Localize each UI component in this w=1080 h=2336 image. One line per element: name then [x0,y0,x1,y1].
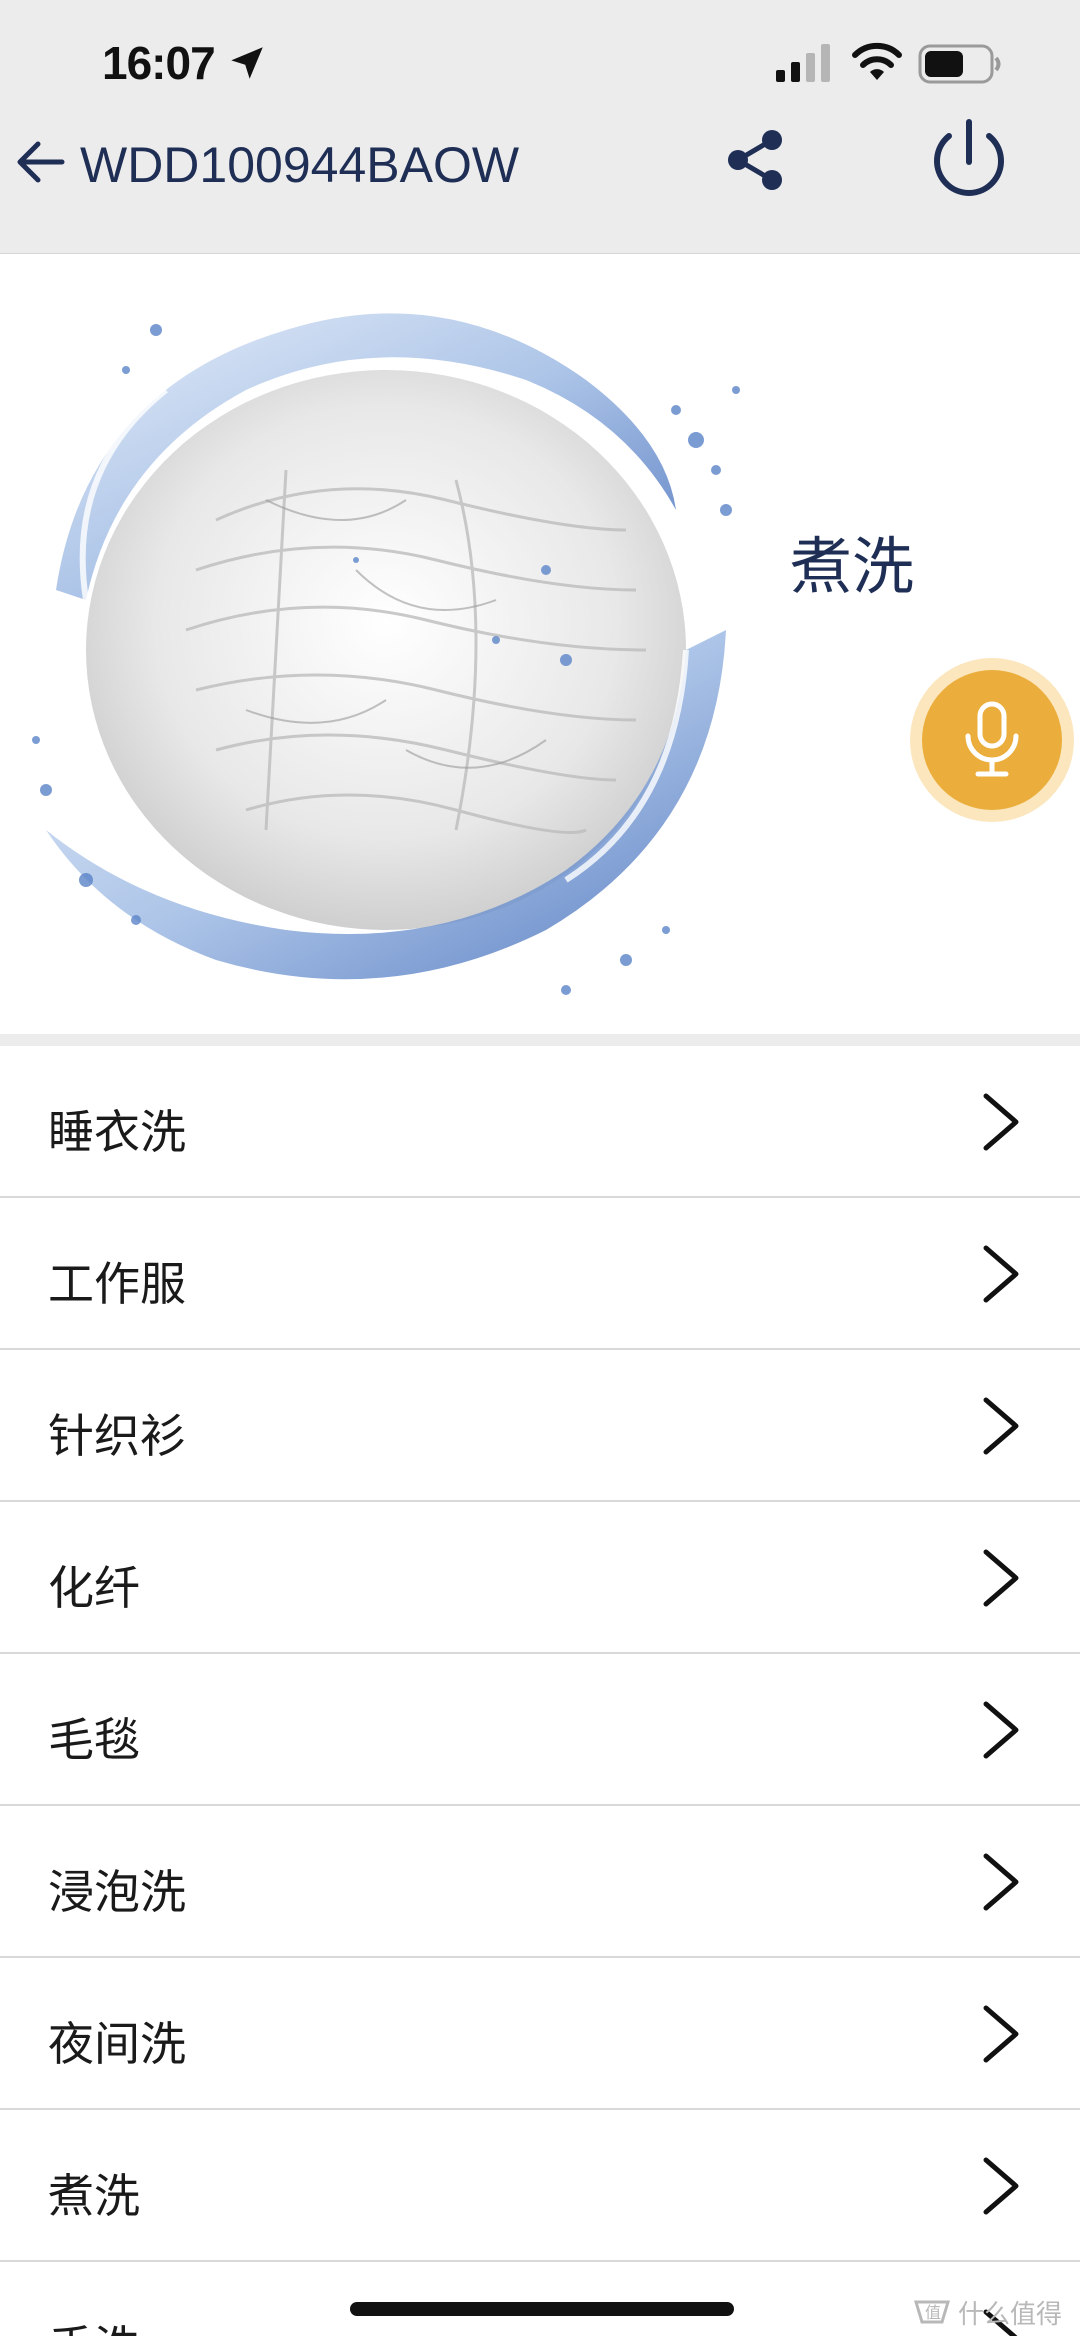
hero-section: 煮洗 [0,254,1080,1034]
battery-icon [918,44,1001,84]
location-arrow-icon [231,47,263,79]
program-label: 化纤 [48,1561,140,1615]
watermark: 值 什么值得买 [912,2290,1072,2332]
watermark-text: 什么值得买 [958,2300,1063,2330]
program-item-night[interactable]: 夜间洗 [0,1958,1080,2110]
chevron-right-icon [983,1701,1019,1759]
program-item-boil[interactable]: 煮洗 [0,2110,1080,2262]
program-label: 针织衫 [48,1409,186,1463]
program-label: 毛毯 [48,1713,140,1767]
program-label: 煮洗 [48,2169,140,2223]
app-header: WDD100944BAOW [0,119,1080,254]
chevron-right-icon [983,2005,1019,2063]
power-icon[interactable] [920,110,1018,208]
status-time: 16:07 [102,37,216,89]
chevron-right-icon [983,1853,1019,1911]
program-label: 浸泡洗 [48,1865,186,1919]
chevron-right-icon [983,2157,1019,2215]
arrow-left-icon[interactable] [12,132,68,192]
wifi-icon [852,42,902,80]
program-item-soak[interactable]: 浸泡洗 [0,1806,1080,1958]
program-item-pajama[interactable]: 睡衣洗 [0,1046,1080,1198]
chevron-right-icon [983,1093,1019,1151]
program-item-blanket[interactable]: 毛毯 [0,1654,1080,1806]
device-title: WDD100944BAOW [80,137,520,193]
chevron-right-icon [983,1549,1019,1607]
svg-text:值: 值 [925,2303,941,2322]
program-label: 睡衣洗 [48,1105,186,1159]
home-indicator[interactable] [350,2302,734,2316]
laundry-water-splash-illustration [32,313,740,995]
program-label: 夜间洗 [48,2017,186,2071]
share-icon[interactable] [722,124,790,196]
program-item-synthetic[interactable]: 化纤 [0,1502,1080,1654]
watermark-logo-icon: 值 [913,2300,951,2324]
voice-input-button-inner [922,670,1062,810]
microphone-icon [965,701,1019,777]
program-label: 手洗 [48,2312,140,2336]
program-item-knitwear[interactable]: 针织衫 [0,1350,1080,1502]
program-label: 工作服 [48,1257,186,1311]
program-item-workwear[interactable]: 工作服 [0,1198,1080,1350]
voice-input-button[interactable] [910,658,1074,822]
current-mode-label: 煮洗 [790,530,915,603]
status-bar: 16:07 [0,0,1080,124]
program-list: 睡衣洗 工作服 针织衫 化纤 毛毯 浸泡洗 夜间洗 煮洗 手洗 [0,1034,1080,2336]
chevron-right-icon [983,1245,1019,1303]
chevron-right-icon [983,1397,1019,1455]
cellular-signal-icon [776,44,830,82]
